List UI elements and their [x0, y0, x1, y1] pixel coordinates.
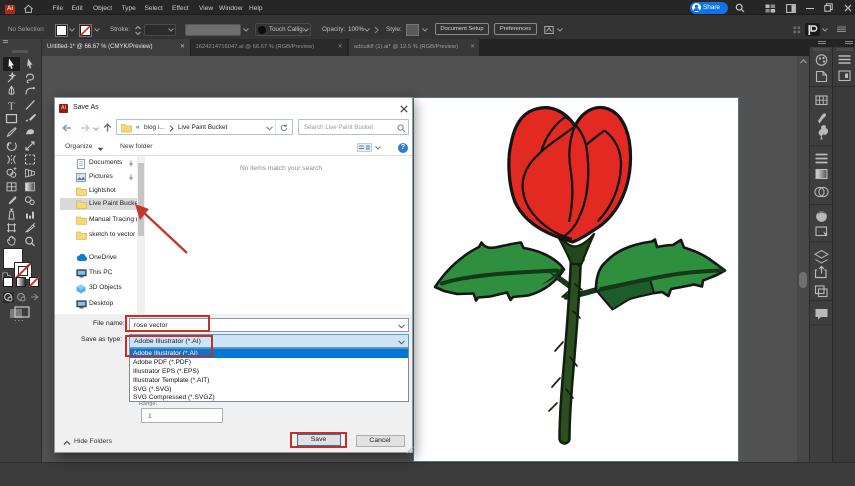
- svg-text:T: T: [8, 100, 15, 112]
